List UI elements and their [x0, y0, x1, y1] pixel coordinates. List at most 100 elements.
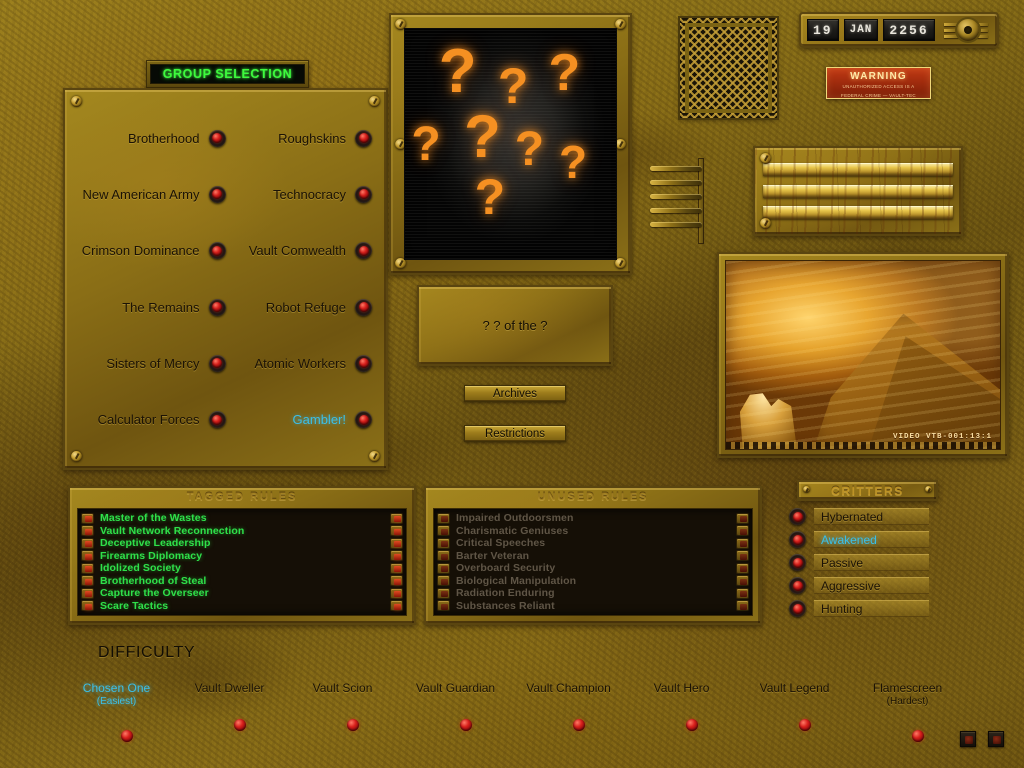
rule-row[interactable]: Substances Reliant [434, 600, 752, 612]
restrictions-button[interactable]: Restrictions [464, 425, 566, 442]
group-option-led[interactable] [208, 242, 226, 260]
warning-line-1: UNAUTHORIZED ACCESS IS A [842, 84, 915, 89]
critter-option-led[interactable] [789, 577, 806, 594]
group-option-led[interactable] [208, 298, 226, 316]
rule-toggle-led-left[interactable] [81, 600, 94, 612]
group-option[interactable]: The Remains [79, 298, 226, 316]
unknown-question-mark: ? [548, 44, 581, 103]
rule-row[interactable]: Capture the Overseer [78, 587, 406, 599]
rule-toggle-led-right[interactable] [736, 550, 749, 562]
video-streaks [726, 261, 1000, 449]
rule-toggle-led-right[interactable] [736, 512, 749, 524]
rule-toggle-led-left[interactable] [437, 587, 450, 599]
rule-toggle-led-right[interactable] [390, 562, 403, 574]
rule-row[interactable]: Deceptive Leadership [78, 537, 406, 549]
archives-button[interactable]: Archives [464, 385, 566, 402]
group-option[interactable]: Sisters of Mercy [79, 354, 226, 372]
vent-slot [763, 163, 953, 177]
group-option-led[interactable] [208, 354, 226, 372]
rule-toggle-led-right[interactable] [736, 525, 749, 537]
critter-option[interactable]: Hybernated [789, 508, 929, 525]
rule-toggle-led-right[interactable] [390, 537, 403, 549]
critter-option[interactable]: Hunting [789, 600, 929, 617]
rule-toggle-led-left[interactable] [81, 512, 94, 524]
rule-toggle-led-right[interactable] [736, 537, 749, 549]
rule-row[interactable]: Idolized Society [78, 562, 406, 574]
critter-option[interactable]: Passive [789, 554, 929, 571]
rule-row[interactable]: Firearms Diplomacy [78, 550, 406, 562]
rule-toggle-led-right[interactable] [390, 512, 403, 524]
group-option[interactable]: Atomic Workers [226, 354, 372, 372]
critter-option-led[interactable] [789, 531, 806, 548]
exit-button[interactable] [988, 731, 1004, 747]
difficulty-option[interactable]: Vault Dweller [173, 681, 286, 726]
group-option[interactable]: Gambler! [226, 411, 372, 429]
warning-title: WARNING [850, 71, 907, 82]
rule-toggle-led-right[interactable] [736, 575, 749, 587]
rule-toggle-led-right[interactable] [390, 525, 403, 537]
group-option-led[interactable] [208, 411, 226, 429]
group-option-led[interactable] [208, 129, 226, 147]
screw-icon [803, 486, 810, 493]
rule-toggle-led-right[interactable] [390, 575, 403, 587]
rule-row[interactable]: Charismatic Geniuses [434, 525, 752, 537]
group-option[interactable]: Brotherhood [79, 129, 226, 147]
group-option-led[interactable] [355, 298, 372, 316]
critter-option-led[interactable] [789, 554, 806, 571]
rule-toggle-led-right[interactable] [390, 600, 403, 612]
group-option[interactable]: Robot Refuge [226, 298, 372, 316]
rule-toggle-led-left[interactable] [437, 600, 450, 612]
options-button[interactable] [960, 731, 976, 747]
rule-row[interactable]: Vault Network Reconnection [78, 525, 406, 537]
rule-row[interactable]: Brotherhood of Steal [78, 575, 406, 587]
rule-toggle-led-left[interactable] [437, 562, 450, 574]
rule-toggle-led-right[interactable] [736, 562, 749, 574]
rule-row[interactable]: Master of the Wastes [78, 512, 406, 524]
rule-toggle-led-left[interactable] [81, 537, 94, 549]
rule-toggle-led-left[interactable] [437, 575, 450, 587]
group-option-led[interactable] [355, 129, 372, 147]
rule-toggle-led-left[interactable] [81, 575, 94, 587]
rule-toggle-led-left[interactable] [81, 550, 94, 562]
group-option-led[interactable] [208, 185, 226, 203]
rule-toggle-led-left[interactable] [437, 512, 450, 524]
rule-row[interactable]: Scare Tactics [78, 600, 406, 612]
difficulty-option[interactable]: Flamescreen (Hardest) [851, 681, 964, 726]
critter-option[interactable]: Aggressive [789, 577, 929, 594]
difficulty-option[interactable]: Vault Scion [286, 681, 399, 726]
group-option[interactable]: Crimson Dominance [79, 242, 226, 260]
difficulty-option[interactable]: Vault Hero [625, 681, 738, 726]
rule-row[interactable]: Critical Speeches [434, 537, 752, 549]
group-option-led[interactable] [355, 242, 372, 260]
critter-option-led[interactable] [789, 508, 806, 525]
rule-toggle-led-left[interactable] [437, 537, 450, 549]
rule-toggle-led-right[interactable] [390, 587, 403, 599]
critter-option-led[interactable] [789, 600, 806, 617]
rule-row[interactable]: Radiation Enduring [434, 587, 752, 599]
rule-row[interactable]: Impaired Outdoorsmen [434, 512, 752, 524]
rule-toggle-led-right[interactable] [736, 587, 749, 599]
rule-row[interactable]: Biological Manipulation [434, 575, 752, 587]
critter-option[interactable]: Awakened [789, 531, 929, 548]
difficulty-option[interactable]: Vault Legend [738, 681, 851, 726]
rule-toggle-led-left[interactable] [81, 587, 94, 599]
rule-toggle-led-right[interactable] [390, 550, 403, 562]
rule-toggle-led-left[interactable] [81, 525, 94, 537]
group-option[interactable]: New American Army [79, 185, 226, 203]
difficulty-option[interactable]: Vault Champion [512, 681, 625, 726]
rule-toggle-led-left[interactable] [437, 525, 450, 537]
group-option-led[interactable] [355, 185, 372, 203]
rule-toggle-led-left[interactable] [81, 562, 94, 574]
group-option-led[interactable] [355, 354, 372, 372]
group-option[interactable]: Calculator Forces [79, 411, 226, 429]
rule-row[interactable]: Overboard Security [434, 562, 752, 574]
group-option[interactable]: Vault Comwealth [226, 242, 372, 260]
rule-toggle-led-right[interactable] [736, 600, 749, 612]
difficulty-option[interactable]: Vault Guardian [399, 681, 512, 726]
group-option-led[interactable] [355, 411, 372, 429]
rule-row[interactable]: Barter Veteran [434, 550, 752, 562]
group-option[interactable]: Roughskins [226, 129, 372, 147]
group-option[interactable]: Technocracy [226, 185, 372, 203]
difficulty-option[interactable]: Chosen One (Easiest) [60, 681, 173, 726]
rule-toggle-led-left[interactable] [437, 550, 450, 562]
